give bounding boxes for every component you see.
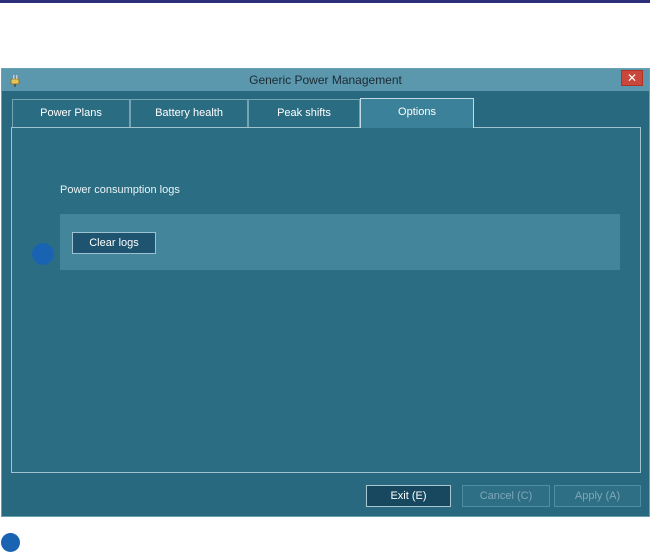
power-management-window: Generic Power Management ✕ Power Plans B… [1,68,650,517]
tab-label: Battery health [155,107,223,119]
clear-logs-button[interactable]: Clear logs [72,232,156,254]
section-label: Power consumption logs [60,184,180,196]
tab-battery-health[interactable]: Battery health [130,99,248,127]
close-icon: ✕ [626,71,638,85]
tab-label: Options [398,106,436,118]
top-rule [0,0,650,3]
title-bar[interactable]: Generic Power Management ✕ [2,69,649,91]
callout-marker-legend [1,533,20,552]
close-button[interactable]: ✕ [621,70,643,86]
options-panel: Power consumption logs Clear logs [11,127,641,473]
cancel-button[interactable]: Cancel (C) [462,485,550,507]
tab-peak-shifts[interactable]: Peak shifts [248,99,360,127]
apply-button[interactable]: Apply (A) [554,485,641,507]
exit-button[interactable]: Exit (E) [366,485,451,507]
tab-options[interactable]: Options [360,98,474,128]
window-title: Generic Power Management [249,73,402,87]
tab-label: Peak shifts [277,107,331,119]
callout-marker [32,243,54,265]
tab-bar: Power Plans Battery health Peak shifts O… [12,98,639,128]
footer-bar: Exit (E) Cancel (C) Apply (A) [11,481,641,509]
tab-power-plans[interactable]: Power Plans [12,99,130,127]
tab-label: Power Plans [40,107,102,119]
power-logs-panel: Clear logs [60,214,620,270]
